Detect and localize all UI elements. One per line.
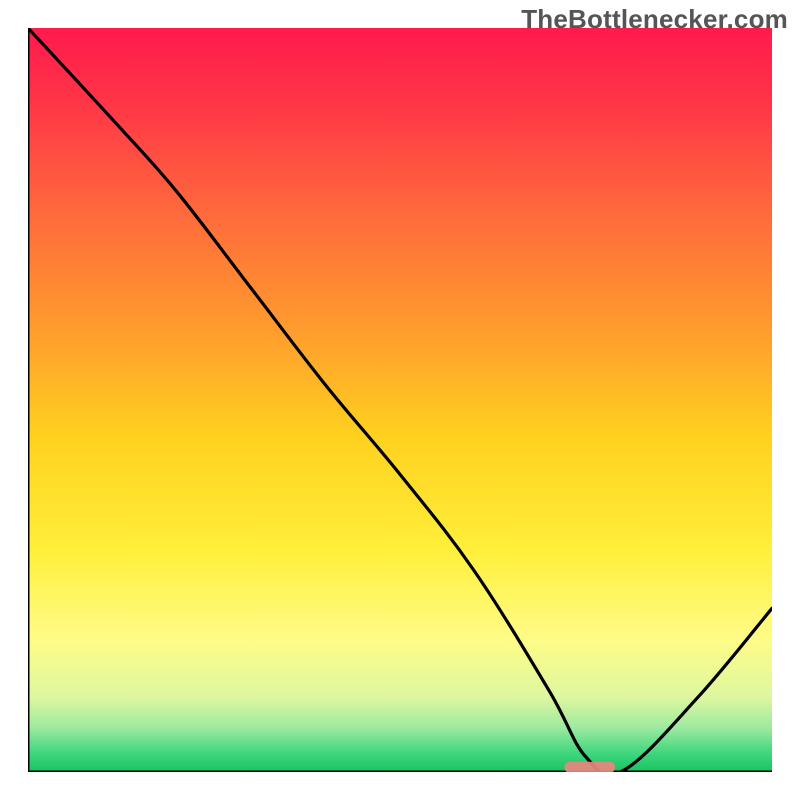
gradient-background	[28, 28, 772, 772]
bottleneck-chart	[28, 28, 772, 772]
chart-container: TheBottlenecker.com	[0, 0, 800, 800]
watermark-text: TheBottlenecker.com	[521, 4, 788, 35]
optimal-marker	[564, 762, 615, 772]
